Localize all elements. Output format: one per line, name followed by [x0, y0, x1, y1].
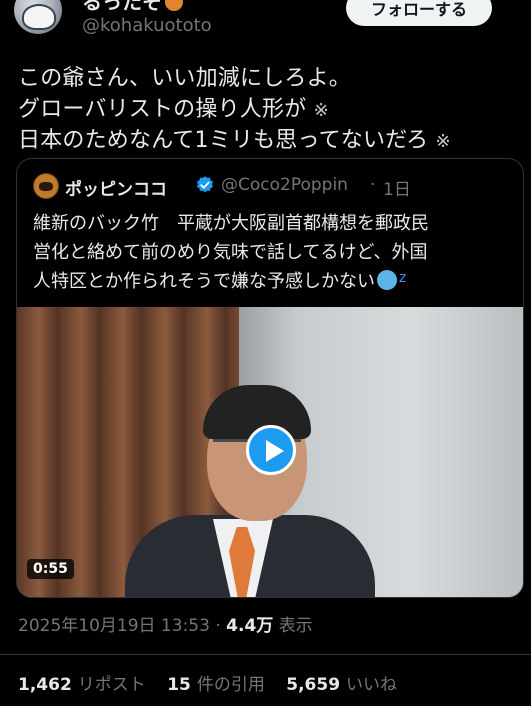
reposts-label: リポスト [77, 675, 146, 695]
reference-mark-icon: ※ [435, 131, 451, 152]
quotes-count: 15 [167, 675, 191, 695]
quote-text-line-3: 人特区とか作られそうで嫌な予感しかない z [33, 267, 421, 293]
reposts-stat[interactable]: 1,462 リポスト [18, 675, 146, 695]
likes-stat[interactable]: 5,659 いいね [286, 675, 397, 695]
display-name[interactable]: るったそ [82, 0, 183, 15]
views-count: 4.4万 [226, 616, 274, 636]
tweet-line-1: この爺さん、いい加減にしろよ。 [18, 66, 352, 91]
sleeping-face-icon: z [399, 270, 407, 286]
quote-text-line-1: 維新のバック竹 平蔵が大阪副首都構想を郵政民 [33, 213, 429, 234]
tweet-datetime[interactable]: 2025年10月19日 13:53 [18, 616, 210, 636]
tweet-meta: 2025年10月19日 13:53 · 4.4万 表示 [18, 611, 313, 636]
likes-count: 5,659 [286, 675, 341, 695]
meta-separator: · [215, 616, 221, 636]
user-handle[interactable]: @kohakuototo [82, 15, 212, 36]
video-duration: 0:55 [27, 559, 74, 579]
video-player[interactable]: 0:55 [17, 307, 523, 597]
tweet-text-line-1: この爺さん、いい加減にしろよ。 [18, 60, 351, 92]
tweet-line-3: 日本のためなんて1ミリも思ってないだろ [18, 128, 429, 153]
likes-label: いいね [346, 675, 398, 695]
quote-text-line-2: 営化と絡めて前のめり気味で話してるけど、外国 [33, 242, 428, 263]
follow-button[interactable]: フォローする [346, 0, 492, 26]
quote-line-3: 人特区とか作られそうで嫌な予感しかない [33, 271, 375, 292]
reposts-count: 1,462 [18, 675, 72, 695]
quotes-label: 件の引用 [196, 675, 265, 695]
play-button[interactable] [246, 425, 296, 475]
reference-mark-icon: ※ [313, 100, 329, 121]
engagement-stats: 1,462 リポスト 15 件の引用 5,659 いいね [18, 670, 413, 695]
tweet-line-2: グローバリストの操り人形が [18, 97, 307, 122]
quote-avatar-image [39, 182, 53, 191]
views-label: 表示 [278, 616, 313, 636]
display-name-text: るったそ [82, 0, 162, 14]
quote-display-name[interactable]: ポッピンココ [65, 175, 167, 200]
verified-badge-icon [196, 176, 214, 193]
quote-avatar[interactable] [33, 173, 59, 199]
avatar[interactable] [14, 0, 62, 34]
cold-face-icon [377, 270, 397, 290]
quotes-stat[interactable]: 15 件の引用 [167, 675, 265, 695]
avatar-cat-image [22, 4, 56, 30]
bear-emoji-icon [165, 0, 183, 11]
tweet-text-line-3: 日本のためなんて1ミリも思ってないだろ ※ [18, 122, 451, 154]
quote-separator: · [370, 175, 376, 195]
quote-handle[interactable]: @Coco2Poppin [221, 175, 348, 195]
quoted-tweet-card[interactable]: ポッピンココ @Coco2Poppin · 1日 維新のバック竹 平蔵が大阪副首… [16, 158, 524, 598]
play-icon [266, 440, 284, 462]
tweet-text-line-2: グローバリストの操り人形が ※ [18, 91, 329, 123]
divider [0, 654, 531, 655]
quote-timestamp[interactable]: 1日 [383, 175, 411, 200]
